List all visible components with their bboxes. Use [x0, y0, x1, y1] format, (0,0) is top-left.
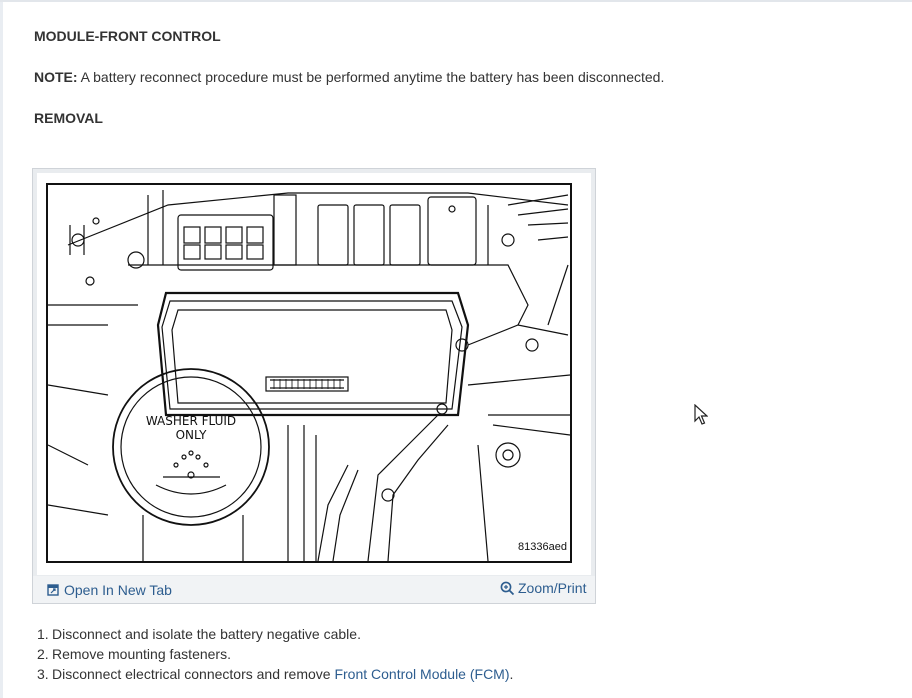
step-number: 3.	[37, 666, 49, 682]
list-item: 1. Disconnect and isolate the battery neg…	[37, 624, 513, 644]
list-item: 3. Disconnect electrical connectors and r…	[37, 664, 514, 684]
step-text: Disconnect electrical connectors and rem…	[52, 666, 335, 682]
engine-bay-drawing: WASHER FLUID ONLY	[48, 190, 570, 561]
cap-text-line2: ONLY	[176, 428, 208, 442]
mouse-cursor-icon	[694, 404, 708, 425]
figure-id: 81336aed	[517, 541, 568, 553]
fcm-link[interactable]: Front Control Module (FCM)	[334, 666, 509, 682]
step-text: Disconnect and isolate the battery negat…	[52, 626, 361, 642]
zoom-print-link[interactable]: Zoom/Print	[500, 580, 586, 596]
step-text-end: .	[509, 666, 514, 682]
cap-text-line1: WASHER FLUID	[146, 414, 236, 428]
page-title: MODULE-FRONT CONTROL	[34, 28, 221, 44]
page-top-edge	[0, 0, 912, 2]
zoom-print-label[interactable]: Zoom/Print	[518, 580, 586, 596]
zoom-icon	[500, 581, 515, 595]
open-in-new-tab-icon	[47, 584, 59, 596]
page-edge	[0, 0, 3, 698]
note-label: NOTE:	[34, 69, 78, 85]
open-in-new-tab-link[interactable]: Open In New Tab	[47, 582, 172, 598]
open-in-new-tab-label[interactable]: Open In New Tab	[64, 582, 172, 598]
step-number: 1.	[37, 626, 49, 642]
note-paragraph: NOTE: A battery reconnect procedure must…	[34, 69, 664, 85]
list-item: 2. Remove mounting fasteners.	[37, 644, 513, 664]
note-text: A battery reconnect procedure must be pe…	[77, 69, 665, 85]
step-text: Remove mounting fasteners.	[52, 646, 231, 662]
figure-illustration[interactable]: WASHER FLUID ONLY 81336aed	[46, 183, 572, 563]
step-number: 2.	[37, 646, 49, 662]
removal-steps: 1. Disconnect and isolate the battery neg…	[0, 624, 513, 684]
section-heading-removal: REMOVAL	[34, 110, 103, 126]
